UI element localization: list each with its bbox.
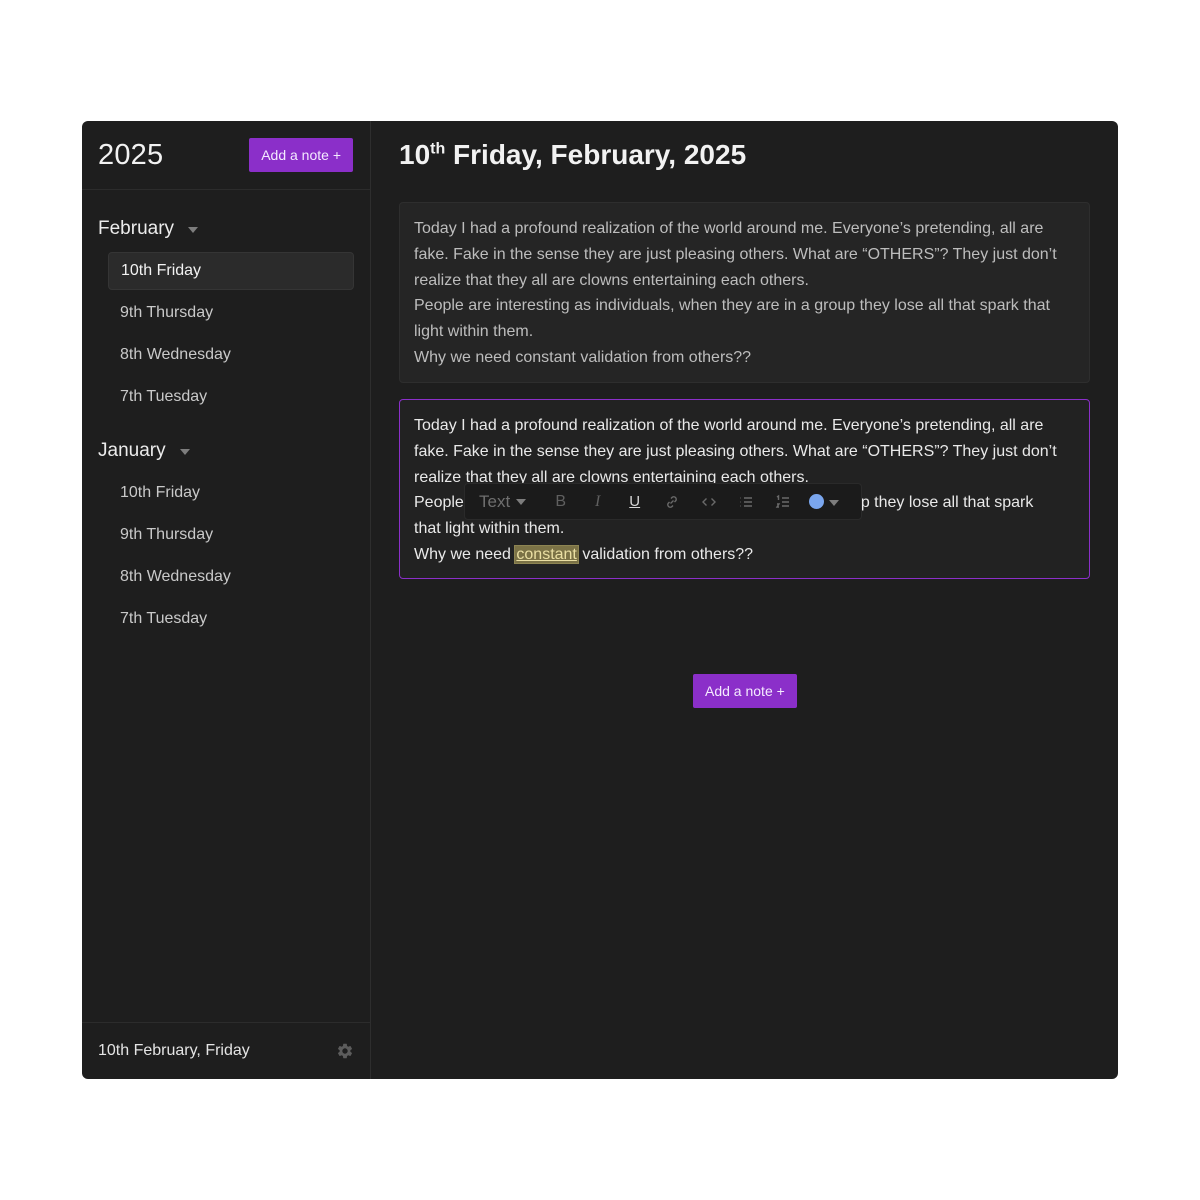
day-item[interactable]: 8th Wednesday	[108, 336, 354, 374]
italic-button[interactable]: I	[579, 487, 616, 517]
italic-icon: I	[595, 492, 601, 510]
day-list: 10th Friday 9th Thursday 8th Wednesday 7…	[82, 474, 370, 638]
underline-icon: U	[629, 492, 641, 510]
formatting-toolbar: Text B I U	[464, 483, 862, 520]
note-text: People	[414, 494, 464, 512]
day-item[interactable]: 7th Tuesday	[108, 600, 354, 638]
day-item[interactable]: 9th Thursday	[108, 294, 354, 332]
highlight-color-picker[interactable]	[809, 494, 840, 509]
note-text: that light within them.	[414, 520, 565, 538]
month-label: February	[98, 218, 175, 239]
chevron-down-icon	[179, 449, 190, 455]
sidebar-header: 2025 Add a note +	[82, 121, 370, 190]
title-ordinal: th	[430, 140, 446, 158]
note-text: p they lose all that spark	[860, 494, 1034, 512]
month-toggle-february[interactable]: February	[82, 214, 370, 244]
text-style-label: Text	[479, 491, 511, 511]
text-style-dropdown[interactable]: Text	[479, 489, 527, 515]
link-button[interactable]	[653, 487, 690, 517]
chevron-down-icon	[188, 227, 199, 233]
chevron-down-icon	[829, 499, 840, 506]
app-window: 2025 Add a note + February 10th Friday 9…	[82, 121, 1118, 1079]
color-swatch-icon	[809, 494, 825, 509]
page-title: 10th Friday, February, 2025	[399, 139, 746, 171]
note-paragraph: Today I had a profound realization of th…	[414, 220, 1057, 289]
sidebar: 2025 Add a note + February 10th Friday 9…	[82, 121, 371, 1079]
code-icon	[701, 497, 716, 506]
note-paragraph: Today I had a profound realization of th…	[414, 417, 1057, 486]
main-panel: 10th Friday, February, 2025 Today I had …	[371, 121, 1118, 1079]
numbered-list-button[interactable]	[764, 487, 801, 517]
link-icon	[666, 495, 677, 508]
year-title: 2025	[98, 138, 164, 171]
note-text: validation from others??	[577, 545, 754, 563]
note-paragraph: Why we need constant validation from oth…	[414, 542, 1075, 568]
note-paragraph: People are interesting as individuals, w…	[414, 297, 1050, 341]
month-group-january: January 10th Friday 9th Thursday 8th Wed…	[82, 436, 370, 638]
bold-button[interactable]: B	[542, 487, 579, 517]
code-button[interactable]	[690, 487, 727, 517]
note-paragraph: Why we need constant validation from oth…	[414, 348, 752, 366]
month-list: February 10th Friday 9th Thursday 8th We…	[82, 190, 370, 658]
note-text: Why we need	[414, 545, 516, 563]
add-note-button-main[interactable]: Add a note +	[693, 674, 797, 708]
title-rest: Friday, February, 2025	[445, 139, 747, 170]
day-list: 10th Friday 9th Thursday 8th Wednesday 7…	[82, 252, 370, 416]
underline-button[interactable]: U	[616, 487, 653, 517]
add-note-button-sidebar[interactable]: Add a note +	[249, 138, 353, 172]
month-toggle-january[interactable]: January	[82, 436, 370, 466]
day-item[interactable]: 7th Tuesday	[108, 378, 354, 416]
title-day: 10	[399, 139, 431, 170]
month-group-february: February 10th Friday 9th Thursday 8th We…	[82, 214, 370, 416]
highlighted-text[interactable]: constant	[514, 544, 579, 564]
numbered-list-icon	[775, 494, 789, 508]
bullet-list-icon	[740, 496, 752, 507]
bullet-list-button[interactable]	[727, 487, 764, 517]
bold-icon: B	[555, 492, 567, 510]
month-label: January	[98, 440, 166, 461]
day-item[interactable]: 10th Friday	[108, 252, 354, 290]
sidebar-footer: 10th February, Friday	[82, 1022, 370, 1079]
note-editor[interactable]: Today I had a profound realization of th…	[399, 399, 1090, 579]
current-date: 10th February, Friday	[98, 1042, 250, 1059]
day-item[interactable]: 9th Thursday	[108, 516, 354, 554]
note-card[interactable]: Today I had a profound realization of th…	[399, 202, 1090, 383]
gear-icon[interactable]	[336, 1042, 354, 1060]
day-item[interactable]: 8th Wednesday	[108, 558, 354, 596]
chevron-down-icon	[516, 499, 527, 506]
day-item[interactable]: 10th Friday	[108, 474, 354, 512]
